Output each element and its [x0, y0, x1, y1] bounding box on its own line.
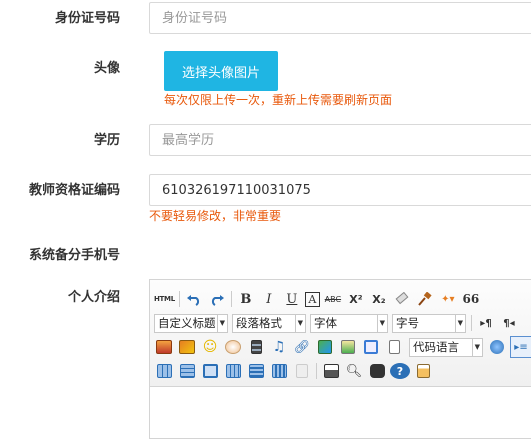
auto-typeset-icon[interactable]: ✦▾ — [438, 289, 458, 309]
choose-avatar-button[interactable]: 选择头像图片 — [164, 51, 278, 91]
preview-icon[interactable]: 🔍︎ — [344, 361, 364, 381]
custom-title-select-value: 自定义标题 — [158, 316, 216, 330]
id-card-input[interactable] — [149, 2, 531, 34]
delete-row-icon[interactable] — [246, 361, 266, 381]
rich-text-editor[interactable]: HTML B I U A ABC X² X₂ ✦▾ 66 自定义标题 ▼ 段落格… — [149, 279, 531, 439]
insert-col-icon[interactable] — [269, 361, 289, 381]
underline-button[interactable]: U — [282, 289, 302, 309]
id-card-label: 身份证号码 — [54, 11, 120, 26]
bold-button[interactable]: B — [236, 289, 256, 309]
html-source-button[interactable]: HTML — [154, 289, 175, 309]
font-family-select[interactable]: 字体 ▼ — [310, 313, 388, 333]
print-icon[interactable] — [321, 361, 341, 381]
paragraph-format-select[interactable]: 段落格式 ▼ — [232, 313, 306, 333]
format-brush-icon[interactable] — [415, 289, 435, 309]
avatar-label: 头像 — [93, 61, 120, 76]
toolbar-separator — [316, 363, 317, 379]
code-language-select[interactable]: 代码语言 ▼ — [409, 337, 483, 357]
merge-cells-icon — [292, 361, 312, 381]
chevron-down-icon: ▼ — [471, 338, 480, 356]
chevron-down-icon: ▼ — [294, 314, 303, 332]
blockquote-button[interactable]: 66 — [461, 289, 481, 309]
insert-table-icon[interactable] — [154, 361, 174, 381]
paragraph-rtl-button[interactable]: ¶◂ — [499, 313, 519, 333]
superscript-button[interactable]: X² — [346, 289, 366, 309]
toolbar-separator — [230, 291, 232, 307]
chevron-down-icon: ▼ — [216, 314, 225, 332]
code-language-select-value: 代码语言 — [413, 340, 459, 354]
emoticon-icon[interactable]: ☺ — [200, 337, 220, 357]
google-map-icon[interactable] — [338, 337, 358, 357]
backup-phone-label: 系统备分手机号 — [28, 248, 120, 263]
chevron-down-icon: ▼ — [376, 314, 385, 332]
undo-icon[interactable] — [184, 289, 204, 309]
custom-title-select[interactable]: 自定义标题 ▼ — [154, 313, 228, 333]
map-icon[interactable] — [315, 337, 335, 357]
chevron-down-icon: ▼ — [454, 314, 463, 332]
indent-icon[interactable]: ▸≡ — [510, 336, 531, 358]
font-size-select-value: 字号 — [396, 316, 419, 330]
paragraph-format-select-value: 段落格式 — [236, 316, 282, 330]
avatar-upload-hint: 每次仅限上传一次，重新上传需要刷新页面 — [164, 93, 393, 107]
video-icon[interactable] — [246, 337, 266, 357]
paragraph-ltr-button[interactable]: ▸¶ — [476, 313, 496, 333]
music-icon[interactable]: ♫ — [269, 337, 289, 357]
multi-image-icon[interactable] — [177, 337, 197, 357]
attachment-icon[interactable]: 🔗︎ — [292, 337, 312, 357]
subscript-button[interactable]: X₂ — [369, 289, 389, 309]
help-icon[interactable] — [487, 337, 507, 357]
insert-paragraph-before-table-icon[interactable] — [200, 361, 220, 381]
education-input[interactable] — [149, 124, 531, 156]
education-label: 学历 — [93, 133, 120, 148]
editor-toolbar: HTML B I U A ABC X² X₂ ✦▾ 66 自定义标题 ▼ 段落格… — [150, 280, 531, 387]
scrawl-icon[interactable] — [223, 337, 243, 357]
image-icon[interactable] — [154, 337, 174, 357]
draft-icon[interactable] — [413, 361, 433, 381]
intro-label: 个人介绍 — [67, 290, 120, 305]
page-icon[interactable] — [384, 337, 404, 357]
strikethrough-button[interactable]: ABC — [323, 289, 343, 309]
toolbar-separator — [178, 291, 180, 307]
font-size-select[interactable]: 字号 ▼ — [392, 313, 466, 333]
teacher-cert-input[interactable] — [149, 174, 531, 206]
redo-icon[interactable] — [207, 289, 227, 309]
toolbar-separator — [471, 315, 472, 331]
teacher-cert-hint: 不要轻易修改，非常重要 — [149, 209, 282, 223]
eraser-icon[interactable] — [392, 289, 412, 309]
italic-button[interactable]: I — [259, 289, 279, 309]
search-replace-icon[interactable] — [367, 361, 387, 381]
font-family-select-value: 字体 — [314, 316, 337, 330]
delete-table-icon[interactable] — [177, 361, 197, 381]
help-icon[interactable]: ? — [390, 363, 410, 379]
insert-row-icon[interactable] — [223, 361, 243, 381]
font-border-button[interactable]: A — [304, 291, 320, 307]
teacher-cert-label: 教师资格证编码 — [28, 183, 120, 198]
iframe-icon[interactable] — [361, 337, 381, 357]
